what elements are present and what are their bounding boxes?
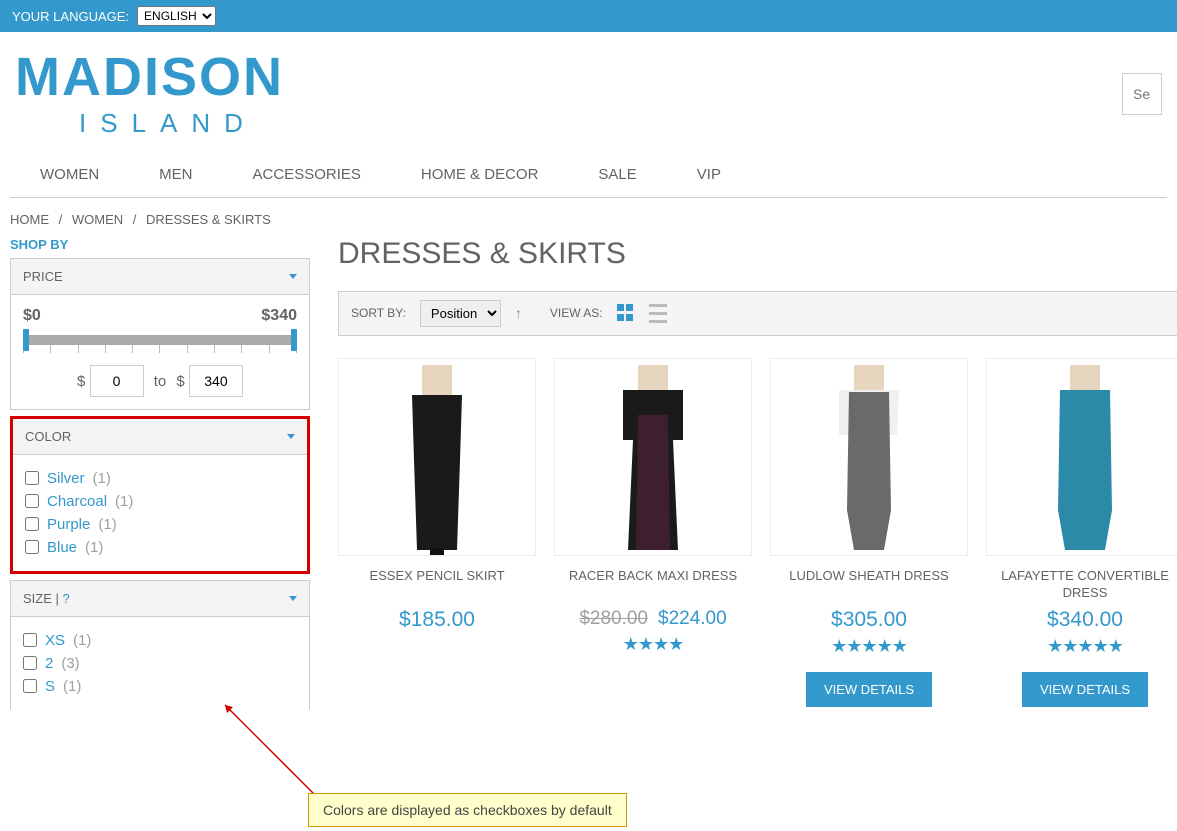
color-checkbox[interactable]: [25, 471, 39, 485]
filter-size-title: SIZE |: [23, 591, 63, 606]
price-max-label: $340: [261, 307, 297, 325]
product-rating: ★★★★: [554, 634, 752, 654]
product-image[interactable]: [770, 358, 968, 556]
annotation-callout: Colors are displayed as checkboxes by de…: [308, 793, 627, 827]
toolbar: SORT BY: Position ↑ VIEW AS:: [338, 291, 1177, 336]
chevron-down-icon: [289, 274, 297, 279]
product-rating: ★★★★★: [770, 636, 968, 656]
breadcrumb-current: DRESSES & SKIRTS: [146, 212, 271, 227]
product-grid: ESSEX PENCIL SKIRT $185.00 RACER BACK MA…: [338, 358, 1177, 707]
color-option[interactable]: Charcoal(1): [25, 490, 295, 513]
price-to-label: to: [154, 373, 167, 390]
product-card: LUDLOW SHEATH DRESS $305.00 ★★★★★ VIEW D…: [770, 358, 968, 707]
color-checkbox[interactable]: [25, 540, 39, 554]
main-nav: WOMEN MEN ACCESSORIES HOME & DECOR SALE …: [10, 156, 1167, 198]
nav-accessories[interactable]: ACCESSORIES: [253, 156, 361, 197]
top-bar: YOUR LANGUAGE: ENGLISH: [0, 0, 1177, 32]
nav-women[interactable]: WOMEN: [40, 156, 99, 197]
size-checkbox[interactable]: [23, 679, 37, 693]
price-slider[interactable]: [23, 335, 297, 345]
size-checkbox[interactable]: [23, 633, 37, 647]
sort-direction-icon[interactable]: ↑: [515, 305, 522, 321]
page-title: DRESSES & SKIRTS: [338, 237, 1177, 271]
nav-sale[interactable]: SALE: [598, 156, 636, 197]
slider-handle-right[interactable]: [291, 329, 297, 351]
size-option[interactable]: XS(1): [23, 629, 297, 652]
product-name[interactable]: LUDLOW SHEATH DRESS: [770, 568, 968, 602]
language-select[interactable]: ENGLISH: [137, 6, 216, 26]
logo-sub: ISLAND: [79, 111, 284, 136]
slider-handle-left[interactable]: [23, 329, 29, 351]
language-label: YOUR LANGUAGE:: [12, 9, 129, 24]
product-price: $340.00: [986, 608, 1177, 632]
shop-by-title: SHOP BY: [10, 237, 310, 252]
view-label: VIEW AS:: [550, 306, 603, 320]
product-image[interactable]: [554, 358, 752, 556]
product-image[interactable]: [986, 358, 1177, 556]
product-card: LAFAYETTE CONVERTIBLE DRESS $340.00 ★★★★…: [986, 358, 1177, 707]
grid-view-icon[interactable]: [617, 304, 635, 322]
breadcrumb-sep: /: [133, 212, 137, 227]
product-old-price: $280.00: [579, 608, 648, 629]
filter-color: COLOR Silver(1) Charcoal(1) Purple(1) Bl…: [10, 416, 310, 574]
view-details-button[interactable]: VIEW DETAILS: [806, 672, 932, 707]
product-name[interactable]: ESSEX PENCIL SKIRT: [338, 568, 536, 602]
sort-label: SORT BY:: [351, 306, 406, 320]
sidebar: SHOP BY PRICE $0 $340 $ to: [10, 237, 310, 716]
filter-size: SIZE | ? XS(1) 2(3) S(1): [10, 580, 310, 710]
logo[interactable]: MADISON ISLAND: [15, 52, 284, 136]
chevron-down-icon: [287, 434, 295, 439]
breadcrumb-sep: /: [59, 212, 63, 227]
nav-home-decor[interactable]: HOME & DECOR: [421, 156, 539, 197]
product-price: $224.00: [658, 608, 727, 629]
product-price: $305.00: [770, 608, 968, 632]
color-checkbox[interactable]: [25, 494, 39, 508]
view-details-button[interactable]: VIEW DETAILS: [1022, 672, 1148, 707]
price-to-input[interactable]: [189, 365, 243, 397]
size-option[interactable]: S(1): [23, 675, 297, 698]
list-view-icon[interactable]: [649, 304, 667, 322]
content: DRESSES & SKIRTS SORT BY: Position ↑ VIE…: [338, 237, 1177, 716]
product-rating: ★★★★★: [986, 636, 1177, 656]
breadcrumb-women[interactable]: WOMEN: [72, 212, 123, 227]
color-option[interactable]: Purple(1): [25, 513, 295, 536]
filter-price-head[interactable]: PRICE: [11, 259, 309, 295]
logo-main: MADISON: [15, 52, 284, 103]
breadcrumb: HOME / WOMEN / DRESSES & SKIRTS: [0, 198, 1177, 237]
size-option[interactable]: 2(3): [23, 652, 297, 675]
search-input[interactable]: [1122, 73, 1162, 115]
product-image[interactable]: [338, 358, 536, 556]
search-box: [1122, 73, 1162, 115]
product-name[interactable]: LAFAYETTE CONVERTIBLE DRESS: [986, 568, 1177, 602]
product-card: ESSEX PENCIL SKIRT $185.00: [338, 358, 536, 707]
price-from-input[interactable]: [90, 365, 144, 397]
product-name[interactable]: RACER BACK MAXI DRESS: [554, 568, 752, 602]
color-option[interactable]: Silver(1): [25, 467, 295, 490]
price-min-label: $0: [23, 307, 41, 325]
filter-size-head[interactable]: SIZE | ?: [11, 581, 309, 617]
chevron-down-icon: [289, 596, 297, 601]
color-option[interactable]: Blue(1): [25, 536, 295, 559]
header: MADISON ISLAND: [0, 32, 1177, 146]
product-card: RACER BACK MAXI DRESS $280.00 $224.00 ★★★…: [554, 358, 752, 707]
sort-select[interactable]: Position: [420, 300, 501, 327]
size-help-icon[interactable]: ?: [63, 591, 70, 606]
size-checkbox[interactable]: [23, 656, 37, 670]
filter-price-title: PRICE: [23, 269, 63, 284]
nav-vip[interactable]: VIP: [697, 156, 721, 197]
breadcrumb-home[interactable]: HOME: [10, 212, 49, 227]
filter-price: PRICE $0 $340 $ to $: [10, 258, 310, 410]
product-price: $185.00: [338, 608, 536, 632]
color-checkbox[interactable]: [25, 517, 39, 531]
nav-men[interactable]: MEN: [159, 156, 192, 197]
filter-color-head[interactable]: COLOR: [13, 419, 307, 455]
filter-color-title: COLOR: [25, 429, 71, 444]
